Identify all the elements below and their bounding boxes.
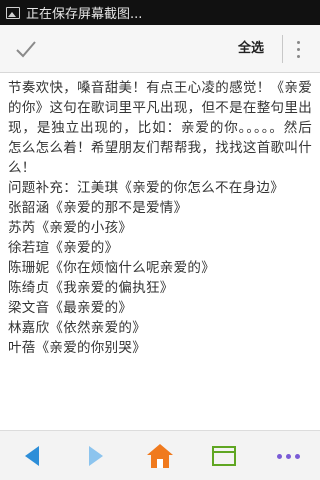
home-icon (147, 444, 173, 468)
list-item: 问题补充：江美琪《亲爱的你怎么不在身边》 (8, 180, 284, 196)
forward-arrow-icon (89, 446, 103, 466)
selectable-text-content[interactable]: 节奏欢快，嗓音甜美！有点王心凌的感觉！《亲爱的你》这句在歌词里平凡出现，但不是在… (8, 78, 312, 424)
forward-button[interactable] (78, 439, 114, 473)
question-text: 节奏欢快，嗓音甜美！有点王心凌的感觉！《亲爱的你》这句在歌词里平凡出现，但不是在… (8, 80, 312, 176)
select-all-button[interactable]: 全选 (226, 39, 276, 59)
list-item: 张韶涵《亲爱的那不是爱情》 (8, 200, 188, 216)
status-text: 正在保存屏幕截图... (26, 7, 143, 22)
check-icon[interactable] (14, 37, 38, 61)
action-bar: 全选 (0, 25, 320, 73)
window-icon (212, 446, 236, 466)
status-bar: 正在保存屏幕截图... (0, 0, 320, 25)
list-item: 陈绮贞《我亲爱的偏执狂》 (8, 280, 174, 296)
image-icon (6, 6, 20, 19)
action-divider (282, 35, 283, 63)
back-button[interactable] (14, 439, 50, 473)
home-button[interactable] (142, 439, 178, 473)
list-item: 林嘉欣《依然亲爱的》 (8, 320, 146, 336)
list-item: 陈珊妮《你在烦恼什么呢亲爱的》 (8, 260, 215, 276)
list-item: 徐若瑄《亲爱的》 (8, 240, 119, 256)
list-item: 苏芮《亲爱的小孩》 (8, 220, 133, 236)
overflow-menu-icon[interactable] (290, 35, 306, 63)
list-item: 叶蓓《亲爱的你别哭》 (8, 340, 146, 356)
back-arrow-icon (25, 446, 39, 466)
bottom-toolbar (0, 430, 320, 480)
list-item: 梁文音《最亲爱的》 (8, 300, 133, 316)
windows-button[interactable] (206, 439, 242, 473)
more-icon (276, 453, 300, 459)
more-button[interactable] (270, 439, 306, 473)
